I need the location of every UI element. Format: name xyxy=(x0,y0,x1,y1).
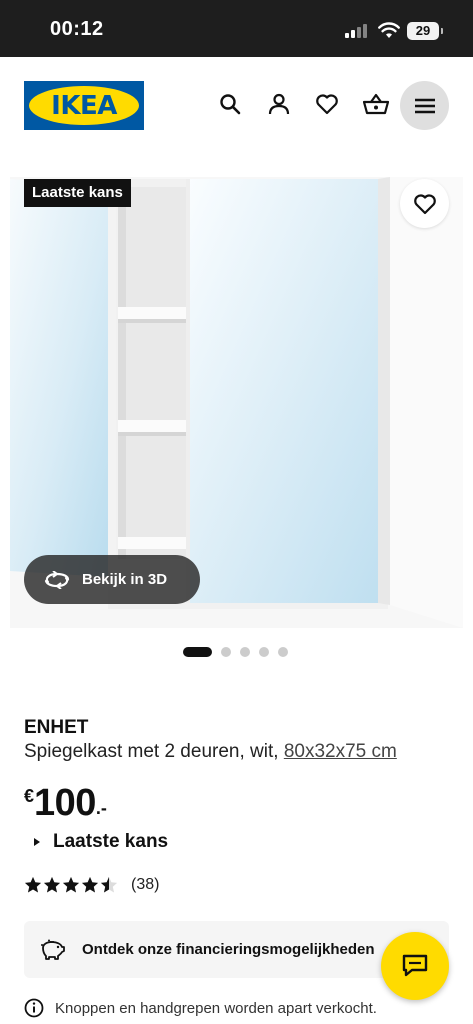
product-description: Spiegelkast met 2 deuren, wit, 80x32x75 … xyxy=(24,741,397,763)
chat-icon xyxy=(402,954,428,977)
status-time: 00:12 xyxy=(50,18,104,40)
menu-icon xyxy=(414,98,435,113)
star-full-icon xyxy=(43,876,61,893)
product-note: Knoppen en handgrepen worden apart verko… xyxy=(24,998,377,1018)
last-chance-badge: Laatste kans xyxy=(24,179,131,207)
star-half-icon xyxy=(100,876,118,893)
ikea-logo[interactable]: IKEA xyxy=(24,81,144,130)
star-full-icon xyxy=(24,876,42,893)
logo-oval: IKEA xyxy=(29,86,139,125)
price-decimal: .- xyxy=(95,798,107,818)
rotate-3d-icon xyxy=(44,570,70,589)
heart-icon[interactable] xyxy=(311,88,343,120)
carousel-dot[interactable] xyxy=(221,647,231,657)
last-chance-toggle[interactable]: Laatste kans xyxy=(34,831,168,853)
product-rating[interactable]: (38) xyxy=(24,876,159,894)
wifi-icon xyxy=(378,22,400,39)
view-in-3d-label: Bekijk in 3D xyxy=(82,571,168,588)
signal-icon xyxy=(345,24,369,38)
carousel-dot[interactable] xyxy=(259,647,269,657)
price-integer: 100 xyxy=(34,782,96,824)
carousel-dot[interactable] xyxy=(240,647,250,657)
carousel-dot[interactable] xyxy=(183,647,212,657)
financing-label: Ontdek onze financieringsmogelijkheden xyxy=(82,941,375,958)
review-count: (38) xyxy=(131,876,160,893)
note-text: Knoppen en handgrepen worden apart verko… xyxy=(55,999,377,1017)
carousel-dots xyxy=(183,647,297,657)
basket-icon[interactable] xyxy=(360,88,392,120)
carousel-dot[interactable] xyxy=(278,647,288,657)
price-currency: € xyxy=(24,786,35,806)
battery-icon: 29 xyxy=(407,22,443,40)
product-description-text: Spiegelkast met 2 deuren, wit, xyxy=(24,741,279,762)
heart-icon xyxy=(413,193,436,214)
account-icon[interactable] xyxy=(263,88,295,120)
caret-right-icon xyxy=(34,838,40,846)
favourite-button[interactable] xyxy=(400,179,449,228)
info-icon xyxy=(24,998,44,1018)
site-header: IKEA xyxy=(0,57,473,157)
rating-stars xyxy=(24,876,119,894)
last-chance-label: Laatste kans xyxy=(53,831,169,852)
product-name: ENHET xyxy=(24,717,89,738)
logo-text: IKEA xyxy=(51,90,117,121)
product-measurement-link[interactable]: 80x32x75 cm xyxy=(284,741,397,762)
star-full-icon xyxy=(81,876,99,893)
status-bar: 00:12 29 xyxy=(0,0,473,57)
menu-button[interactable] xyxy=(400,81,449,130)
chat-button[interactable] xyxy=(381,932,449,1000)
product-price: € 100 .- xyxy=(24,782,107,825)
piggy-bank-icon xyxy=(41,939,65,960)
star-full-icon xyxy=(62,876,80,893)
search-icon[interactable] xyxy=(214,88,246,120)
view-in-3d-button[interactable]: Bekijk in 3D xyxy=(24,555,200,604)
